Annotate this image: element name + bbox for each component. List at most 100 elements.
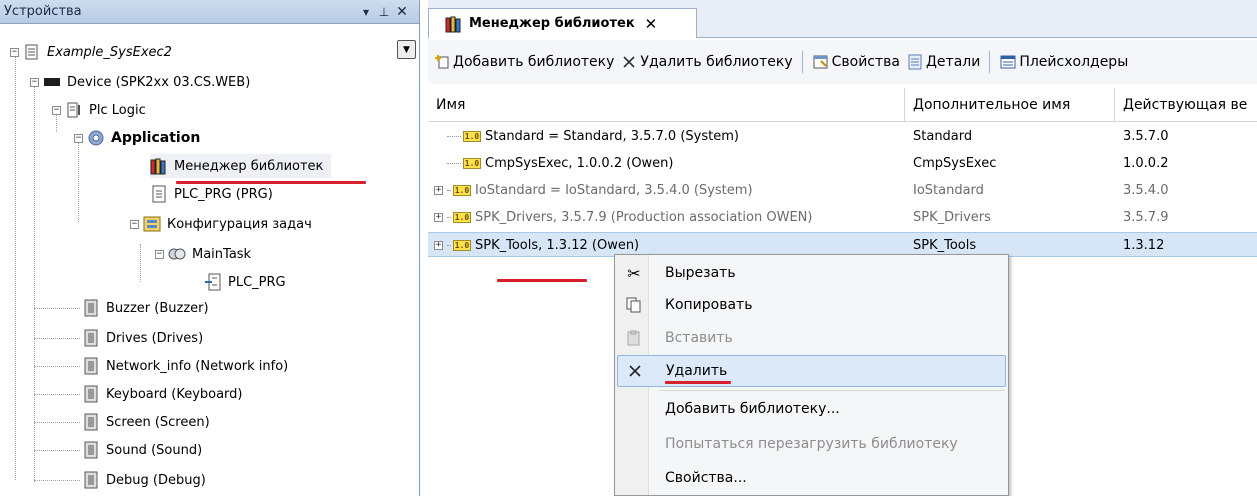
tab-library-manager[interactable]: Менеджер библиотек ✕ [428,8,697,38]
collapse-icon[interactable]: − [155,249,164,259]
details-label: Детали [925,54,981,70]
library-version: 1.0.0.2 [1123,156,1169,171]
copy-icon [617,297,651,313]
library-row[interactable]: 1.0 CmpSysExec, 1.0.0.2 (Owen) CmpSysExe… [428,151,1257,176]
toolbar-separator [801,51,803,73]
collapse-icon[interactable]: − [10,47,19,57]
tree-node-sound[interactable]: Sound (Sound) [82,438,202,462]
module-icon [82,413,100,431]
program-call-icon [204,273,222,291]
tree-node-main-task[interactable]: − MainTask [155,242,251,266]
menu-item-label: Добавить библиотеку... [665,401,840,417]
menu-item-label: Копировать [665,297,753,313]
tree-node-keyboard[interactable]: Keyboard (Keyboard) [82,382,243,406]
library-books-icon [150,157,168,175]
tree-node-screen[interactable]: Screen (Screen) [82,410,210,434]
editor-tab-bar: Менеджер библиотек ✕ [428,0,1257,38]
menu-item-add-library[interactable]: Добавить библиотеку... [617,393,1006,425]
remove-library-button[interactable]: Удалить библиотеку [617,53,795,71]
menu-item-label: Свойства... [665,470,747,486]
tree-node-library-manager[interactable]: Менеджер библиотек [150,154,332,178]
close-icon[interactable]: ✕ [393,4,411,20]
library-toolbar: Добавить библиотеку Удалить библиотеку С… [428,40,1257,84]
placeholders-label: Плейсхолдеры [1019,54,1129,70]
placeholders-icon [999,53,1017,71]
close-tab-icon[interactable]: ✕ [645,15,658,33]
library-grid-header: Имя Дополнительное имя Действующая ве [428,88,1257,122]
delete-x-icon [618,364,652,378]
expand-icon[interactable]: + [434,241,443,250]
tree-label: Drives (Drives) [106,330,204,346]
tree-label: Менеджер библиотек [174,158,324,174]
toolbar-separator [989,51,991,73]
library-namespace: Standard [913,129,973,144]
paste-icon [617,330,651,346]
module-icon [82,441,100,459]
menu-item-label: Вырезать [665,265,736,281]
tree-node-application[interactable]: − Application [74,126,200,150]
library-icon: 1.0 [453,185,471,196]
module-icon [82,357,100,375]
module-icon [82,471,100,489]
tree-node-plc-prg[interactable]: PLC_PRG (PRG) [150,182,273,206]
library-row[interactable]: + 1.0 SPK_Drivers, 3.5.7.9 (Production a… [428,205,1257,230]
library-version: 3.5.7.9 [1123,210,1169,225]
module-icon [82,329,100,347]
details-icon [906,53,924,71]
tree-label: Plc Logic [89,102,146,118]
library-row[interactable]: + 1.0 IoStandard = IoStandard, 3.5.4.0 (… [428,178,1257,203]
column-header-namespace[interactable]: Дополнительное имя [905,88,1115,122]
task-icon [168,245,186,263]
collapse-icon[interactable]: − [74,133,83,143]
expand-icon[interactable]: + [434,186,443,195]
expand-icon[interactable]: + [434,213,443,222]
tree-node-buzzer[interactable]: Buzzer (Buzzer) [82,296,209,320]
column-header-effective-version[interactable]: Действующая ве [1115,88,1257,122]
panel-menu-icon[interactable]: ▾ [357,5,375,19]
tree-node-network-info[interactable]: Network_info (Network info) [82,354,288,378]
menu-item-paste[interactable]: Вставить [617,322,1006,354]
menu-item-label: Удалить [666,363,728,379]
menu-separator [659,390,1004,391]
devices-panel-header: Устройства ▾ ⊥ ✕ [0,0,419,24]
project-icon [23,43,41,61]
pou-icon [150,185,168,203]
application-gear-icon [87,129,105,147]
delete-x-icon [620,53,638,71]
library-icon: 1.0 [463,158,481,169]
scissors-icon: ✂ [627,263,641,283]
library-icon: 1.0 [463,131,481,142]
tree-label: Debug (Debug) [106,472,206,488]
menu-item-copy[interactable]: Копировать [617,289,1006,321]
tree-node-plc-logic[interactable]: − Plc Logic [52,98,146,122]
collapse-icon[interactable]: − [52,105,61,115]
tree-node-main-task-prg[interactable]: PLC_PRG [204,270,286,294]
tree-label: MainTask [192,246,252,262]
menu-item-cut[interactable]: ✂ Вырезать [617,257,1006,289]
tree-label: Buzzer (Buzzer) [106,300,209,316]
context-menu: ✂ Вырезать Копировать Вставить Удалить Д… [614,254,1009,496]
placeholders-button[interactable]: Плейсхолдеры [996,53,1131,71]
library-row[interactable]: 1.0 Standard = Standard, 3.5.7.0 (System… [428,124,1257,149]
menu-item-reload-library[interactable]: Попытаться перезагрузить библиотеку [617,428,1006,460]
tree-label: Sound (Sound) [106,442,203,458]
plc-logic-icon [65,101,83,119]
pin-icon[interactable]: ⊥ [375,5,393,19]
menu-item-properties[interactable]: Свойства... [617,462,1006,494]
properties-button[interactable]: Свойства [809,53,903,71]
collapse-icon[interactable]: − [130,219,139,229]
library-name: Standard = Standard, 3.5.7.0 (System) [485,129,739,144]
tree-node-task-config[interactable]: − Конфигурация задач [130,212,312,236]
collapse-icon[interactable]: − [30,77,39,87]
tree-node-device[interactable]: − Device (SPK2xx 03.CS.WEB) [30,70,250,94]
column-header-name[interactable]: Имя [428,88,905,122]
tree-node-project[interactable]: − Example_SysExec2 [10,40,172,64]
tree-label: Example_SysExec2 [47,44,172,60]
tree-node-debug[interactable]: Debug (Debug) [82,468,206,492]
add-library-button[interactable]: Добавить библиотеку [430,53,617,71]
library-icon: 1.0 [453,240,471,251]
library-version: 3.5.7.0 [1123,129,1169,144]
details-button[interactable]: Детали [903,53,983,71]
tree-node-drives[interactable]: Drives (Drives) [82,326,203,350]
tree-scroll-button[interactable]: ▼ [397,40,416,59]
